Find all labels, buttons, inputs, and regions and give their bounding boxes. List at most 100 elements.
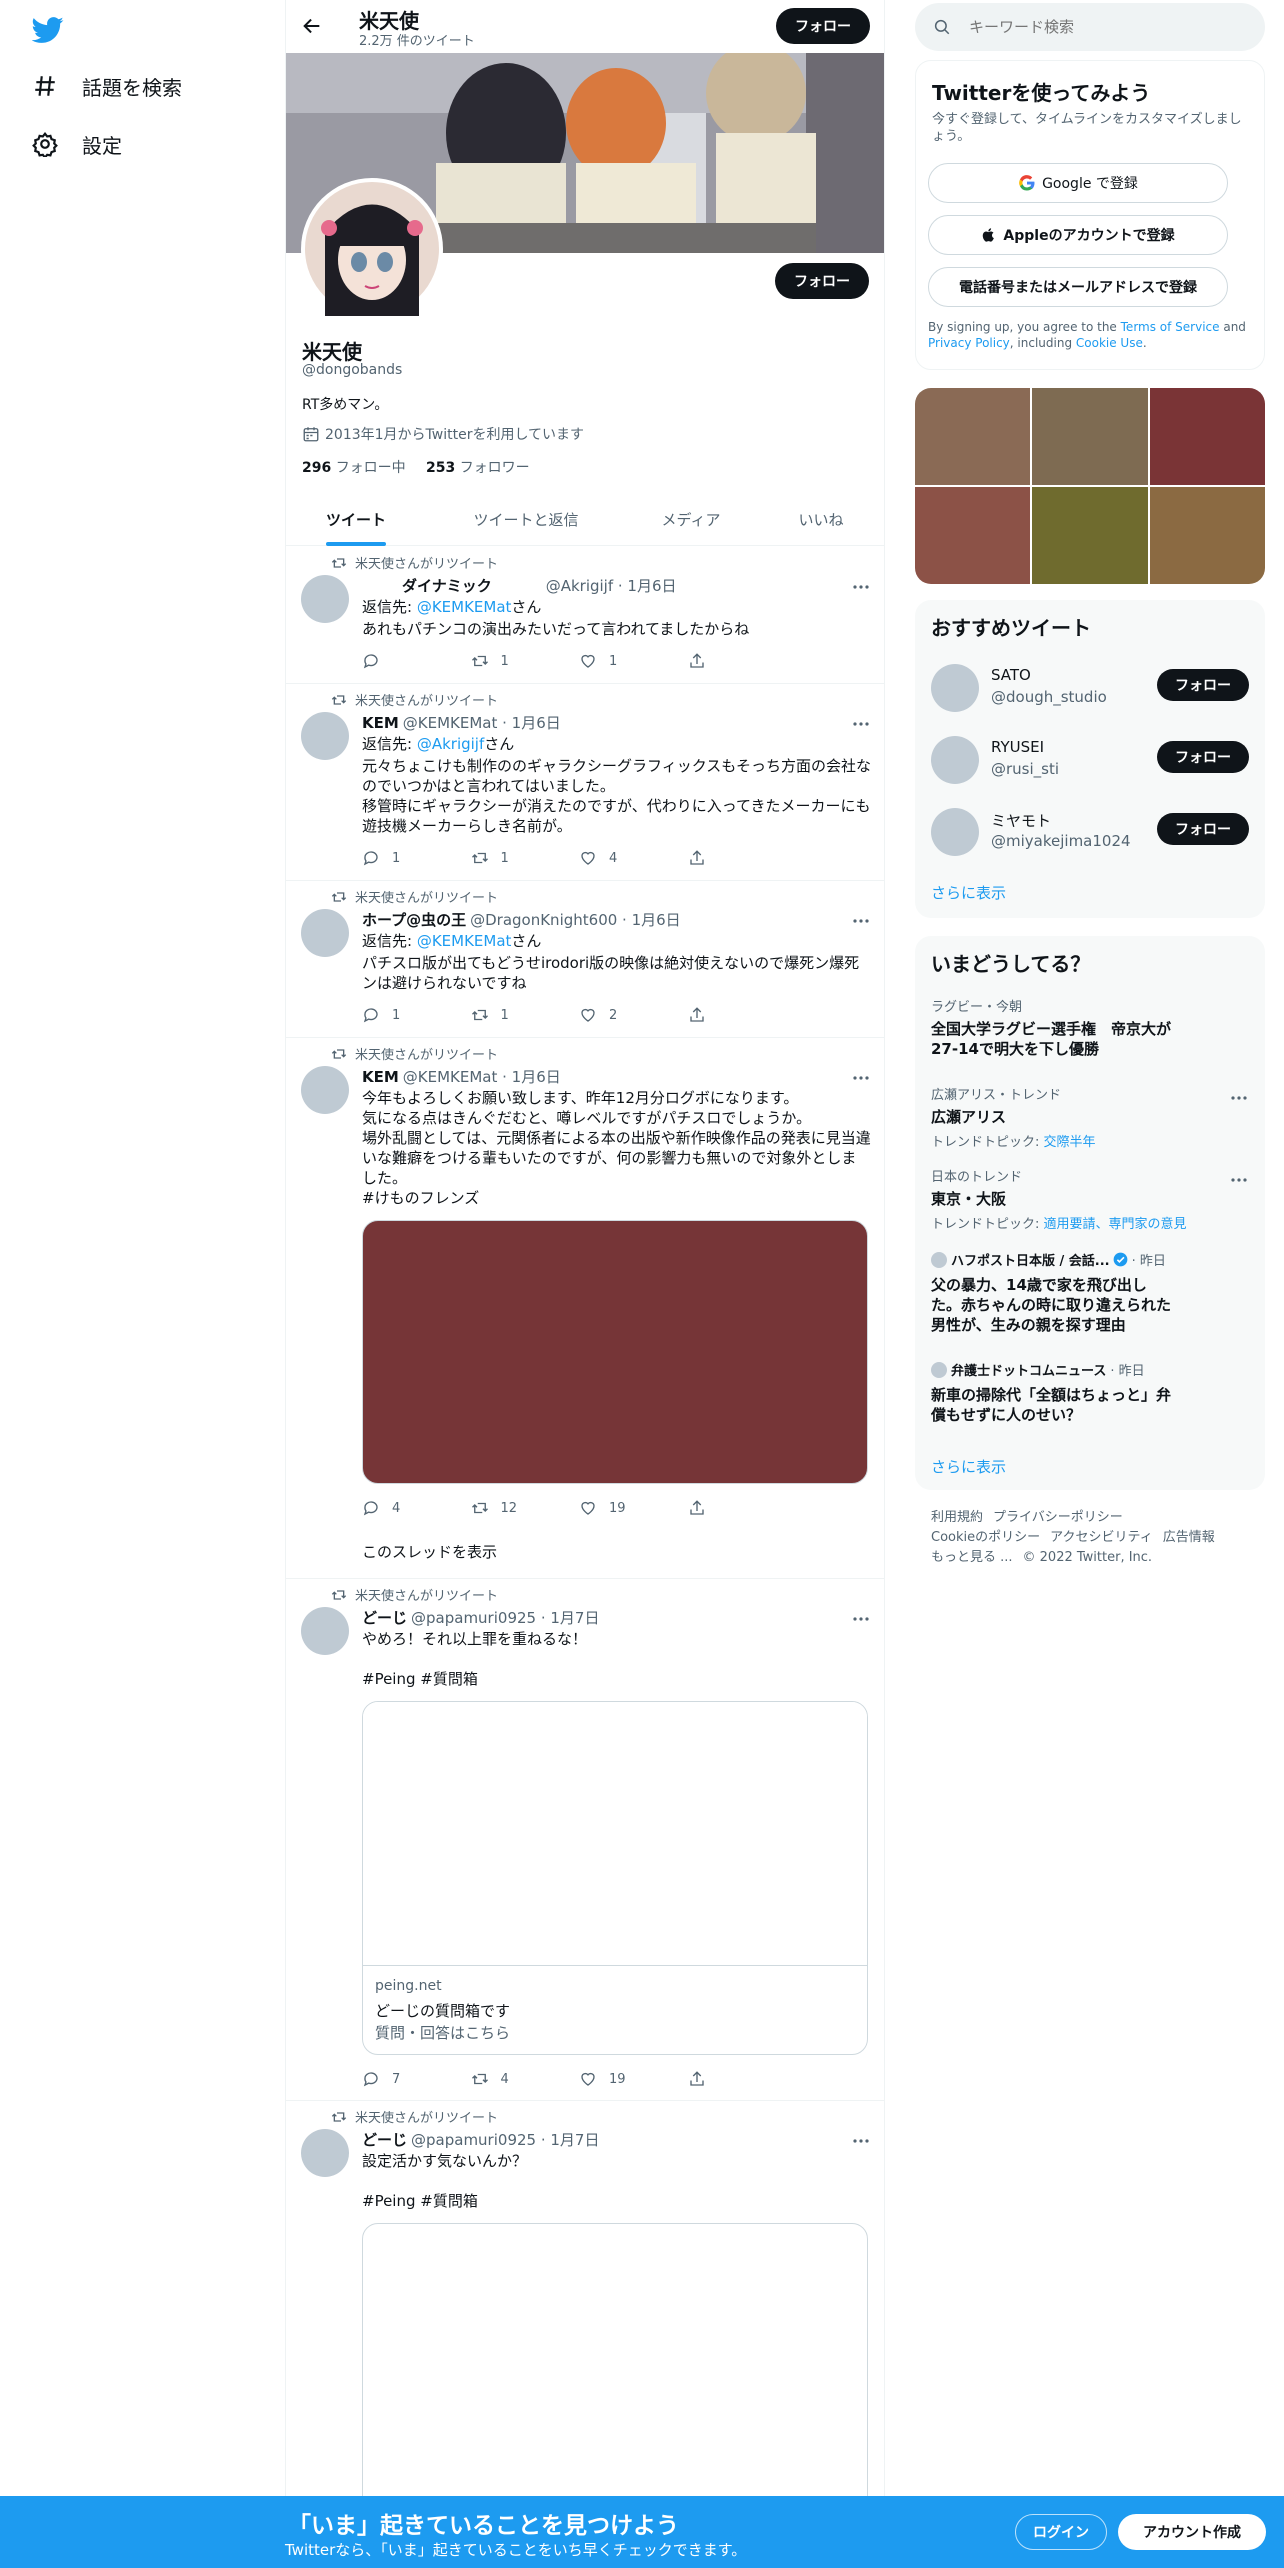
more-icon[interactable] <box>851 1068 871 1088</box>
media-thumbnail[interactable] <box>1149 388 1265 485</box>
avatar[interactable] <box>931 736 979 784</box>
tweet-author[interactable]: どーじ @papamuri0925 · 1月7日 <box>362 2129 871 2150</box>
more-icon[interactable] <box>851 577 871 597</box>
followers-count-link[interactable]: 253 フォロワー <box>426 457 530 477</box>
footer-link[interactable]: 広告情報 <box>1163 1530 1215 1545</box>
retweet-button[interactable]: 12 <box>471 1498 580 1518</box>
show-thread-link[interactable]: このスレッドを表示 <box>362 1542 871 1562</box>
hashtag-links[interactable]: #Peing #質問箱 <box>362 1669 871 1689</box>
nav-explore[interactable]: 話題を検索 <box>30 58 182 114</box>
media-thumbnail[interactable] <box>1032 388 1148 485</box>
share-button[interactable] <box>688 1005 797 1025</box>
like-button[interactable]: 19 <box>579 2069 688 2089</box>
trend-topic-link[interactable]: 適用要請、専門家の意見 <box>1044 1217 1187 1232</box>
media-thumbnail[interactable] <box>1032 487 1148 584</box>
suggestion-follow-button[interactable]: フォロー <box>1157 669 1249 701</box>
apple-signup-button[interactable]: Appleのアカウントで登録 <box>928 215 1228 255</box>
more-icon[interactable] <box>851 714 871 734</box>
reply-button[interactable]: 7 <box>362 2069 471 2089</box>
twitter-logo-icon[interactable] <box>32 14 64 46</box>
tweet-media-image[interactable] <box>362 1220 868 1484</box>
suggestion-follow-button[interactable]: フォロー <box>1157 813 1249 845</box>
tweet-item[interactable]: 米天使さんがリツイート ホープ@虫の王 @DragonKnight600 · 1… <box>286 881 884 1038</box>
trends-show-more[interactable]: さらに表示 <box>931 1456 1006 1477</box>
link-card[interactable]: peing.net どーじの質問箱です 質問・回答はこちら <box>362 1701 868 2055</box>
trend-item[interactable]: 日本のトレンド 東京・大阪 トレンドトピック: 適用要請、専門家の意見 <box>931 1166 1249 1232</box>
more-icon[interactable] <box>851 2131 871 2151</box>
tweet-item[interactable]: 米天使さんがリツイート ダイナミック @Akrigijf · 1月6日 返信先:… <box>286 547 884 684</box>
avatar[interactable] <box>301 575 349 623</box>
share-button[interactable] <box>688 651 797 671</box>
privacy-link[interactable]: Privacy Policy <box>928 336 1010 350</box>
footer-link[interactable]: プライバシーポリシー <box>993 1510 1123 1525</box>
tab-tweets-and-replies[interactable]: ツイートと返信 <box>426 493 626 546</box>
nav-settings[interactable]: 設定 <box>30 116 122 172</box>
tab-media[interactable]: メディア <box>626 493 756 546</box>
tweet-author[interactable]: どーじ @papamuri0925 · 1月7日 <box>362 1607 871 1628</box>
footer-more-link[interactable]: もっと見る ... <box>931 1550 1013 1565</box>
footer-link[interactable]: 利用規約 <box>931 1510 983 1525</box>
share-button[interactable] <box>688 848 797 868</box>
back-arrow-icon[interactable] <box>301 15 323 37</box>
tab-likes[interactable]: いいね <box>756 493 884 546</box>
reply-mention-link[interactable]: @KEMKEMat <box>417 932 512 950</box>
like-button[interactable]: 2 <box>579 1005 688 1025</box>
trend-topic-link[interactable]: 交際半年 <box>1044 1135 1096 1150</box>
reply-mention-link[interactable]: @Akrigijf <box>417 735 484 753</box>
signup-button[interactable]: アカウント作成 <box>1118 2514 1266 2550</box>
follow-suggestion[interactable]: RYUSEI @rusi_sti フォロー <box>915 730 1265 794</box>
header-follow-button[interactable]: フォロー <box>776 8 870 44</box>
tweet-item[interactable]: 米天使さんがリツイート KEM @KEMKEMat · 1月6日 返信先: @A… <box>286 684 884 881</box>
hashtag-links[interactable]: #Peing #質問箱 <box>362 2191 871 2211</box>
media-thumbnail[interactable] <box>915 388 1031 485</box>
phone-email-signup-button[interactable]: 電話番号またはメールアドレスで登録 <box>928 267 1228 307</box>
reply-mention-link[interactable]: @KEMKEMat <box>417 598 512 616</box>
search-box[interactable] <box>915 3 1265 51</box>
tweet-author[interactable]: KEM @KEMKEMat · 1月6日 <box>362 1066 871 1087</box>
trend-item[interactable]: 広瀬アリス・トレンド 広瀬アリス トレンドトピック: 交際半年 <box>931 1084 1249 1150</box>
avatar[interactable] <box>301 712 349 760</box>
like-button[interactable]: 4 <box>579 848 688 868</box>
media-thumbnail[interactable] <box>915 487 1031 584</box>
google-signup-button[interactable]: Google で登録 <box>928 163 1228 203</box>
media-thumbnail[interactable] <box>1149 487 1265 584</box>
more-icon[interactable] <box>1229 1170 1249 1190</box>
like-button[interactable]: 19 <box>579 1498 688 1518</box>
follow-suggestion[interactable]: ミヤモト @miyakejima1024 フォロー <box>915 802 1265 866</box>
login-button[interactable]: ログイン <box>1015 2514 1107 2550</box>
search-input[interactable] <box>969 18 1229 36</box>
following-count-link[interactable]: 296 フォロー中 <box>302 457 406 477</box>
footer-link[interactable]: アクセシビリティ <box>1050 1530 1153 1545</box>
hashtag-link[interactable]: #けものフレンズ <box>362 1188 871 1208</box>
tweet-item[interactable]: 米天使さんがリツイート KEM @KEMKEMat · 1月6日 今年もよろしく… <box>286 1038 884 1579</box>
tweet-author[interactable]: ホープ@虫の王 @DragonKnight600 · 1月6日 <box>362 909 871 930</box>
avatar[interactable] <box>301 1607 349 1655</box>
retweet-button[interactable]: 1 <box>471 848 580 868</box>
avatar[interactable] <box>301 1066 349 1114</box>
news-item[interactable]: 弁護士ドットコムニュース · 昨日 新車の掃除代「全額はちょっと」弁償もせずに人… <box>931 1360 1249 1425</box>
follow-suggestion[interactable]: SATO @dough_studio フォロー <box>915 658 1265 722</box>
tweet-author[interactable]: ダイナミック @Akrigijf · 1月6日 <box>362 575 871 596</box>
like-button[interactable]: 1 <box>579 651 688 671</box>
retweet-button[interactable]: 4 <box>471 2069 580 2089</box>
avatar[interactable] <box>931 808 979 856</box>
more-icon[interactable] <box>851 1609 871 1629</box>
reply-button[interactable]: 1 <box>362 1005 471 1025</box>
who-to-follow-show-more[interactable]: さらに表示 <box>931 882 1006 903</box>
tab-tweets[interactable]: ツイート <box>286 493 426 546</box>
profile-avatar[interactable] <box>301 178 443 320</box>
more-icon[interactable] <box>851 911 871 931</box>
trend-item[interactable]: ラグビー・今朝 全国大学ラグビー選手権 帝京大が27-14で明大を下し優勝 <box>931 996 1249 1059</box>
avatar[interactable] <box>301 909 349 957</box>
tweet-author[interactable]: KEM @KEMKEMat · 1月6日 <box>362 712 871 733</box>
share-button[interactable] <box>688 1498 797 1518</box>
more-icon[interactable] <box>1229 1088 1249 1108</box>
reply-button[interactable] <box>362 651 471 671</box>
news-item[interactable]: ハフポスト日本版 / 会話... · 昨日 父の暴力、14歳で家を飛び出した。赤… <box>931 1250 1249 1335</box>
terms-link[interactable]: Terms of Service <box>1121 320 1220 334</box>
retweet-button[interactable]: 1 <box>471 651 580 671</box>
footer-link[interactable]: Cookieのポリシー <box>931 1530 1040 1545</box>
profile-follow-button[interactable]: フォロー <box>775 263 869 299</box>
reply-button[interactable]: 1 <box>362 848 471 868</box>
cookie-link[interactable]: Cookie Use <box>1076 336 1143 350</box>
